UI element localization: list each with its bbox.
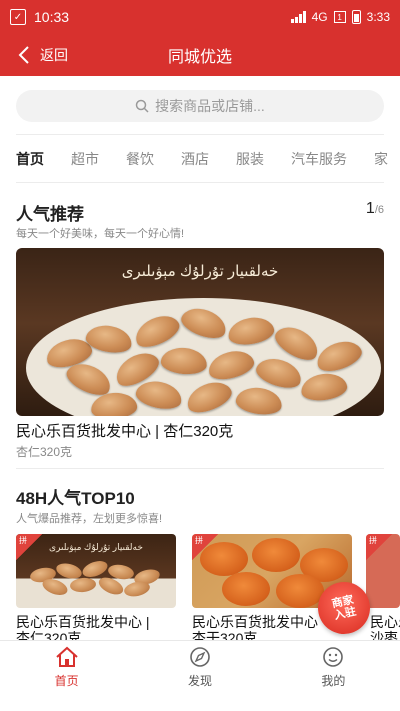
back-button[interactable]: 返回: [18, 34, 68, 76]
bottom-tab-label: 发现: [187, 674, 212, 688]
tab-supermarket[interactable]: 超市: [71, 149, 99, 169]
tab-dining[interactable]: 餐饮: [126, 149, 154, 169]
pager-total: /6: [374, 204, 384, 216]
bottom-tab-label: 我的: [321, 674, 346, 688]
group-buy-badge: 拼: [16, 534, 42, 560]
group-buy-badge: 拼: [366, 534, 392, 560]
network-label: 4G: [311, 10, 328, 24]
tab-auto-service[interactable]: 汽车服务: [291, 149, 347, 169]
chevron-left-icon: [18, 46, 29, 64]
banner-pager: 1/6: [366, 200, 384, 218]
tab-home[interactable]: 首页: [16, 149, 44, 169]
back-label: 返回: [40, 47, 68, 63]
sim-icon: 1: [333, 11, 346, 23]
search-icon: [135, 99, 149, 113]
top10-title: 48H人气TOP10: [16, 489, 135, 508]
group-buy-badge: 拼: [192, 534, 218, 560]
featured-product-name[interactable]: 民心乐百货批发中心 | 杏仁320克: [16, 420, 233, 441]
bottom-tab-profile[interactable]: 我的: [267, 641, 400, 711]
product-banner-image[interactable]: خەلقىيار تۇرلۇك مېۋىلىرى: [16, 248, 384, 416]
top10-subtitle: 人气爆品推荐，左划更多惊喜!: [16, 513, 163, 525]
bottom-tab-bar: 首页 发现 我的: [0, 640, 400, 711]
bottom-tab-label: 首页: [54, 674, 79, 688]
featured-product-sub: 杏仁320克: [16, 445, 73, 459]
pager-current: 1: [365, 200, 375, 217]
home-icon: [55, 646, 78, 667]
divider: [16, 182, 384, 183]
discover-icon: [190, 647, 210, 667]
tab-hotel[interactable]: 酒店: [181, 149, 209, 169]
status-bar: ✓ 10:33 4G 1 3:33: [0, 0, 400, 34]
signal-icon: [290, 11, 306, 23]
search-placeholder: 搜索商品或店铺...: [155, 98, 265, 114]
banner-brand-text: خەلقىيار تۇرلۇك مېۋىلىرى: [121, 263, 279, 280]
status-clock-right: 3:33: [366, 10, 390, 24]
battery-icon: [351, 10, 361, 24]
bottom-tab-discover[interactable]: 发现: [133, 641, 266, 711]
profile-icon: [323, 647, 344, 667]
top10-card-image[interactable]: 拼: [366, 534, 400, 608]
nav-bar: 返回 同城优选: [0, 34, 400, 76]
status-time: 10:33: [34, 9, 70, 25]
top10-card-image[interactable]: خەلقىيار تۇرلۇك مېۋىلىرى 拼: [16, 534, 176, 608]
popular-subtitle: 每天一个好美味，每天一个好心情!: [16, 228, 185, 240]
divider: [16, 468, 384, 469]
tab-home-goods[interactable]: 家: [374, 149, 388, 169]
header: ✓ 10:33 4G 1 3:33 返回 同城优选: [0, 0, 400, 76]
popular-title: 人气推荐: [16, 205, 84, 224]
notification-icon: ✓: [10, 9, 26, 25]
category-tabs: 首页 超市 餐饮 酒店 服装 汽车服务 家: [16, 146, 400, 172]
tab-clothing[interactable]: 服装: [236, 149, 264, 169]
divider: [16, 134, 384, 135]
search-bar[interactable]: 搜索商品或店铺...: [16, 90, 384, 122]
bottom-tab-home[interactable]: 首页: [0, 641, 133, 711]
